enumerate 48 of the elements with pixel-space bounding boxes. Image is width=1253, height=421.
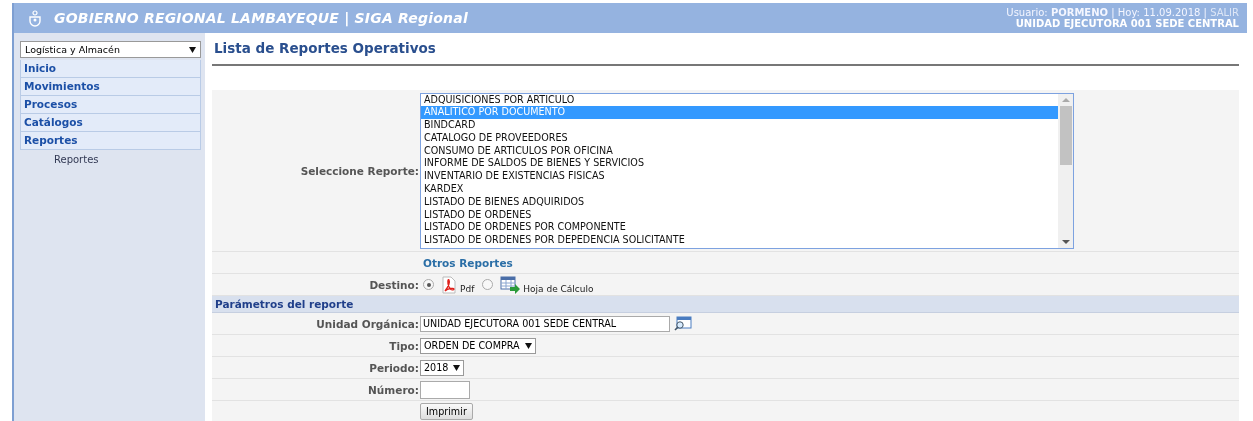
radio-button[interactable] (423, 279, 434, 290)
option-label: Pdf (460, 283, 475, 294)
list-option[interactable]: LISTADO DE ORDENES (421, 208, 1058, 222)
dropdown-arrow-icon (524, 342, 532, 349)
unit-name: UNIDAD EJECUTORA 001 SEDE CENTRAL (1015, 18, 1239, 29)
list-option[interactable]: INVENTARIO DE EXISTENCIAS FISICAS (421, 170, 1058, 184)
pdf-icon (441, 275, 457, 294)
user-info: Usuario: PORMENO | Hoy: 11.09.2018 | (1006, 7, 1207, 18)
dropdown[interactable]: ORDEN DE COMPRA (420, 337, 536, 354)
app-title: GOBIERNO REGIONAL LAMBAYEQUE | SIGA Regional (54, 10, 468, 26)
field-label: Unidad Orgánica: (315, 317, 420, 330)
scrollbar[interactable] (1058, 93, 1073, 248)
list-option[interactable]: CATALOGO DE PROVEEDORES (421, 131, 1058, 145)
sidebar-item[interactable]: Inicio (20, 60, 201, 78)
list-option[interactable]: LISTADO DE ORDENES POR DEPEDENCIA SOLICITANTE (421, 234, 1058, 248)
module-dropdown[interactable]: Logística y Almacén (20, 41, 201, 58)
list-option[interactable]: LISTADO DE ORDENES POR COMPONENTE (421, 221, 1058, 235)
dropdown-arrow-icon (453, 364, 461, 371)
emblem-icon (28, 9, 42, 27)
page-title: Lista de Reportes Operativos (212, 40, 1239, 66)
sidebar-item[interactable]: Reportes (20, 132, 201, 150)
sidebar-item[interactable]: Procesos (20, 96, 201, 114)
option-label: Hoja de Cálculo (523, 283, 594, 294)
list-option[interactable]: ADQUISICIONES POR ARTICULO (421, 93, 1058, 107)
list-option[interactable]: CONSUMO DE ARTICULOS POR OFICINA (421, 144, 1058, 158)
field-label: Tipo: (388, 339, 420, 352)
print-button[interactable]: Imprimir (420, 403, 473, 420)
submenu-item[interactable]: Reportes (20, 150, 201, 165)
field-label: Seleccione Reporte: (299, 164, 420, 177)
report-listbox[interactable] (420, 92, 1074, 249)
list-option[interactable]: KARDEX (421, 183, 1058, 196)
list-option[interactable]: LISTADO DE BIENES ADQUIRIDOS (421, 195, 1058, 209)
field-label: Destino: (368, 278, 420, 291)
dropdown-arrow-icon (189, 46, 196, 53)
section-header: Parámetros del reporte (212, 296, 1239, 313)
dropdown[interactable]: 2018 (420, 359, 465, 376)
spreadsheet-export-icon (500, 275, 521, 294)
field-label: Número: (367, 383, 420, 396)
list-option[interactable]: BINDCARD (421, 119, 1058, 132)
text-field[interactable]: UNIDAD EJECUTORA 001 SEDE CENTRAL (420, 315, 670, 332)
text-field[interactable] (420, 380, 470, 399)
search-icon[interactable] (674, 316, 692, 331)
sidebar-item[interactable]: Movimientos (20, 78, 201, 96)
section-link[interactable]: Otros Reportes (420, 256, 513, 269)
field-label: Periodo: (368, 361, 420, 374)
list-option[interactable]: INFORME DE SALDOS DE BIENES Y SERVICIOS (421, 157, 1058, 171)
sidebar-item[interactable]: Catálogos (20, 114, 201, 132)
radio-button[interactable] (482, 279, 494, 290)
